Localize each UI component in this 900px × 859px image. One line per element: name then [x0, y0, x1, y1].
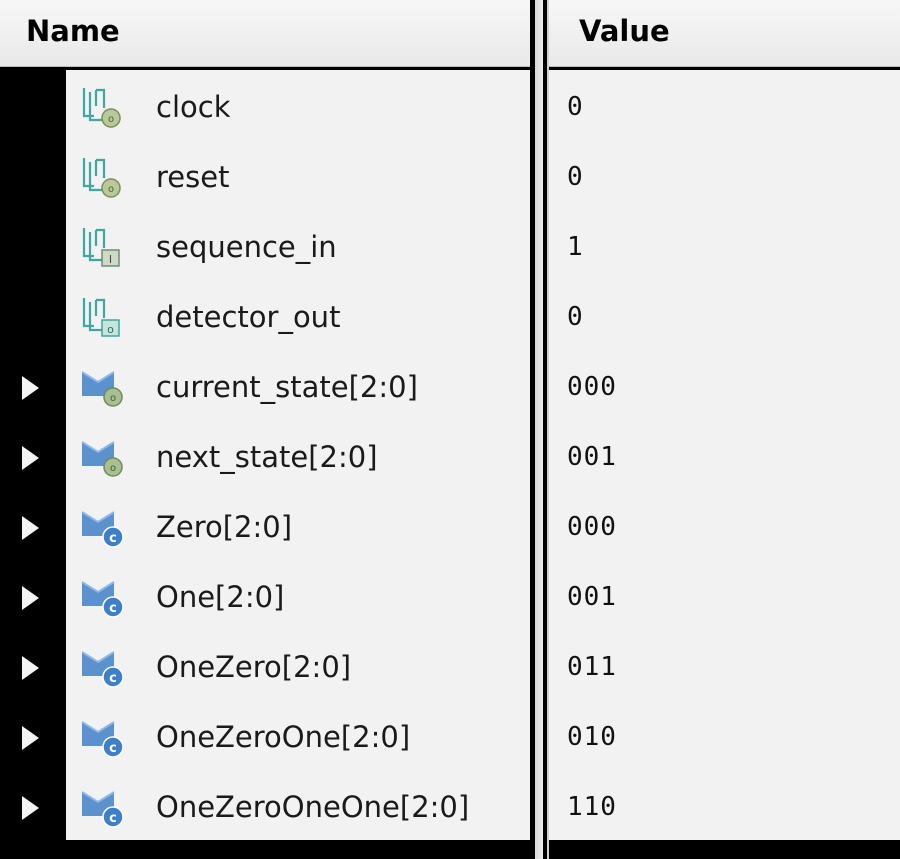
signal-value-row[interactable]: 001	[549, 422, 900, 492]
signal-name: OneZeroOne[2:0]	[156, 720, 411, 754]
signal-value-row[interactable]: 001	[549, 562, 900, 632]
signal-value-row[interactable]: 000	[549, 352, 900, 422]
svg-text:o: o	[107, 323, 114, 336]
signal-value-row[interactable]: 1	[549, 212, 900, 282]
signal-value: 0	[567, 92, 584, 122]
bus-signal-icon: o	[80, 436, 126, 478]
signal-value: 001	[567, 582, 617, 612]
signal-value-row[interactable]: 011	[549, 632, 900, 702]
signal-value: 000	[567, 372, 617, 402]
signal-row[interactable]: c Zero[2:0]	[0, 492, 532, 562]
signal-value: 110	[567, 792, 617, 822]
svg-text:c: c	[109, 601, 117, 616]
signal-row[interactable]: o next_state[2:0]	[0, 422, 532, 492]
bus-signal-icon: o	[80, 366, 126, 408]
bus-constant-icon: c	[80, 576, 126, 618]
signal-row[interactable]: o clock	[0, 72, 532, 142]
svg-text:c: c	[109, 671, 117, 686]
signal-value-row[interactable]: 010	[549, 702, 900, 772]
signal-name: Zero[2:0]	[156, 510, 293, 544]
signal-row[interactable]: o detector_out	[0, 282, 532, 352]
signal-value-row[interactable]: 000	[549, 492, 900, 562]
value-column-pane: Value 0 0 1 0 000 001 000 001 011 010 110	[549, 0, 900, 859]
expand-arrow-icon[interactable]	[22, 726, 39, 750]
signal-name: clock	[156, 90, 231, 124]
name-column-pane: Name o clock o reset I sequence_in o det…	[0, 0, 532, 859]
svg-text:o: o	[108, 114, 114, 125]
svg-text:o: o	[110, 463, 116, 474]
signal-name: detector_out	[156, 300, 341, 334]
column-splitter[interactable]	[531, 0, 549, 859]
value-column-header[interactable]: Value	[549, 0, 900, 67]
signal-row[interactable]: I sequence_in	[0, 212, 532, 282]
expand-arrow-icon[interactable]	[22, 656, 39, 680]
svg-text:c: c	[109, 741, 117, 756]
bus-constant-icon: c	[80, 716, 126, 758]
svg-text:o: o	[108, 184, 114, 195]
signal-value-row[interactable]: 0	[549, 72, 900, 142]
signal-value: 000	[567, 512, 617, 542]
signal-value: 1	[567, 232, 584, 262]
bus-constant-icon: c	[80, 786, 126, 828]
signal-row[interactable]: o current_state[2:0]	[0, 352, 532, 422]
signal-value: 001	[567, 442, 617, 472]
signal-name: OneZero[2:0]	[156, 650, 352, 684]
expand-arrow-icon[interactable]	[22, 376, 39, 400]
signal-row[interactable]: c OneZeroOne[2:0]	[0, 702, 532, 772]
expand-arrow-icon[interactable]	[22, 586, 39, 610]
bus-constant-icon: c	[80, 506, 126, 548]
scalar-input-icon: I	[80, 226, 126, 268]
expand-arrow-icon[interactable]	[22, 516, 39, 540]
signal-row[interactable]: c OneZeroOneOne[2:0]	[0, 772, 532, 842]
scalar-output-icon: o	[80, 296, 126, 338]
signal-value: 010	[567, 722, 617, 752]
svg-text:c: c	[109, 531, 117, 546]
signal-name: OneZeroOneOne[2:0]	[156, 790, 470, 824]
signal-name: current_state[2:0]	[156, 370, 418, 404]
signal-name: reset	[156, 160, 230, 194]
signal-name: next_state[2:0]	[156, 440, 378, 474]
signal-value: 011	[567, 652, 617, 682]
signal-row[interactable]: c One[2:0]	[0, 562, 532, 632]
svg-text:I: I	[109, 253, 112, 266]
svg-text:c: c	[109, 811, 117, 826]
signal-row[interactable]: o reset	[0, 142, 532, 212]
expand-arrow-icon[interactable]	[22, 796, 39, 820]
signal-value-row[interactable]: 0	[549, 282, 900, 352]
signal-name: One[2:0]	[156, 580, 285, 614]
name-column-header-label: Name	[26, 14, 120, 48]
signal-row[interactable]: c OneZero[2:0]	[0, 632, 532, 702]
expand-arrow-icon[interactable]	[22, 446, 39, 470]
bus-constant-icon: c	[80, 646, 126, 688]
signal-value-row[interactable]: 0	[549, 142, 900, 212]
name-column-header[interactable]: Name	[0, 0, 530, 67]
value-column-header-label: Value	[579, 14, 670, 48]
signal-value: 0	[567, 162, 584, 192]
signal-name: sequence_in	[156, 230, 337, 264]
scalar-in-icon: o	[80, 156, 126, 198]
signal-value-row[interactable]: 110	[549, 772, 900, 842]
scalar-in-icon: o	[80, 86, 126, 128]
svg-text:o: o	[110, 393, 116, 404]
signal-value: 0	[567, 302, 584, 332]
